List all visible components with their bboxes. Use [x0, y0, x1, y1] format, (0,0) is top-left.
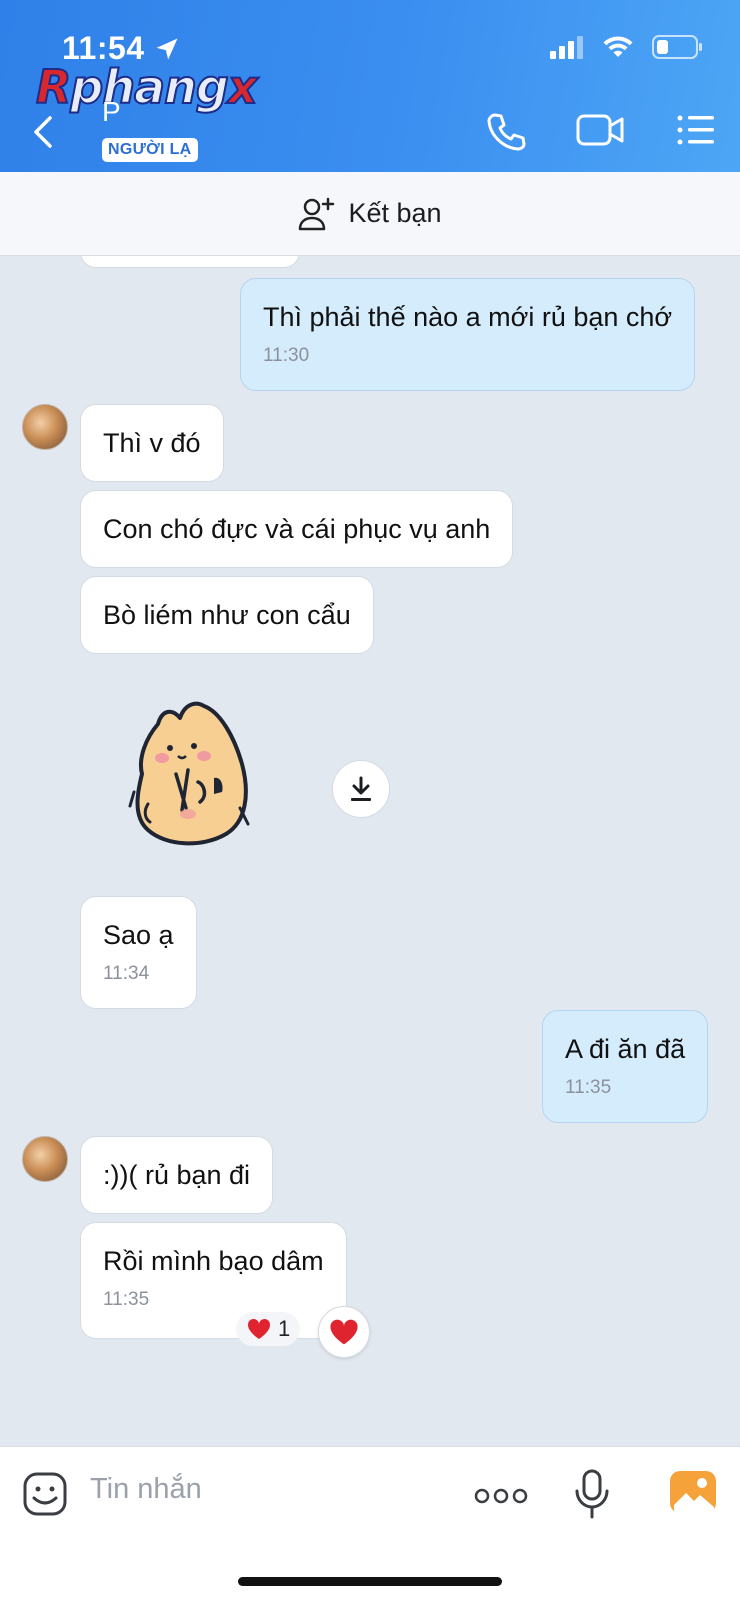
message-bubble-incoming[interactable]: :))( rủ bạn đi: [80, 1136, 274, 1215]
cat-sticker[interactable]: [128, 696, 260, 856]
message-text: :))( rủ bạn đi: [103, 1160, 251, 1190]
message-time: 11:35: [103, 1289, 150, 1311]
message-bubble-incoming[interactable]: Thì v đó: [80, 404, 224, 483]
location-arrow-icon: [156, 38, 178, 59]
watermark-part2: phang: [69, 59, 229, 115]
watermark-part3: x: [227, 59, 259, 115]
message-time: 11:35: [565, 1077, 612, 1099]
video-call-icon[interactable]: [576, 110, 626, 150]
add-friend-button[interactable]: Kết bạn: [0, 172, 740, 256]
menu-list-icon[interactable]: [676, 110, 716, 150]
watermark-part1: R: [35, 59, 72, 115]
heart-icon: [247, 1318, 271, 1339]
message-text: A đi ăn đã: [565, 1034, 686, 1064]
message-time: 11:30: [263, 345, 310, 367]
reaction-summary[interactable]: 1: [236, 1312, 301, 1346]
message-bubble-incoming[interactable]: Rồi mình bạo dâm 11:35: [80, 1222, 347, 1340]
add-friend-label: Kết bạn: [348, 198, 442, 228]
message-text: Bò liém như con cẩu: [103, 600, 351, 630]
status-bar-indicators: [550, 34, 704, 60]
download-icon: [351, 776, 371, 801]
contact-avatar[interactable]: [22, 1136, 68, 1182]
image-gallery-icon[interactable]: [668, 1469, 718, 1515]
message-text: Rồi mình bạo dâm: [103, 1246, 324, 1276]
home-indicator: [238, 1577, 502, 1586]
microphone-icon[interactable]: [574, 1469, 610, 1519]
chevron-left-icon: [34, 116, 52, 148]
heart-icon: [330, 1319, 358, 1345]
wifi-icon: [603, 36, 633, 57]
phone-call-icon[interactable]: [484, 110, 528, 154]
cellular-signal-icon: [550, 36, 583, 59]
contact-avatar[interactable]: [22, 404, 68, 450]
battery-icon: [652, 35, 702, 59]
emoji-sticker-icon[interactable]: [22, 1471, 68, 1517]
react-heart-button[interactable]: [318, 1306, 370, 1358]
message-bubble-partial[interactable]: [80, 256, 300, 268]
chat-header: 11:54 Rphangx P NGƯỜI LẠ: [0, 0, 740, 172]
message-bubble-outgoing[interactable]: Thì phải thế nào a mới rủ bạn chớ 11:30: [240, 278, 696, 392]
message-text: Sao ạ: [103, 920, 174, 950]
message-text: Thì v đó: [103, 428, 201, 458]
message-text: Thì phải thế nào a mới rủ bạn chớ: [263, 302, 673, 332]
message-bubble-outgoing[interactable]: A đi ăn đã 11:35: [542, 1010, 709, 1124]
back-button[interactable]: [26, 112, 62, 152]
add-user-icon: [299, 197, 335, 230]
message-bubble-incoming[interactable]: Con chó đực và cái phục vụ anh: [80, 490, 514, 569]
more-options-icon[interactable]: [474, 1485, 528, 1507]
stranger-badge: NGƯỜI LẠ: [102, 138, 198, 162]
message-input[interactable]: Tin nhắn: [90, 1473, 202, 1506]
reaction-count: 1: [278, 1316, 291, 1341]
message-list[interactable]: Thì phải thế nào a mới rủ bạn chớ 11:30 …: [0, 256, 740, 1446]
message-bubble-incoming[interactable]: Bò liém như con cẩu: [80, 576, 374, 655]
watermark-logo: Rphangx: [35, 59, 259, 115]
message-time: 11:34: [103, 963, 150, 985]
download-sticker-button[interactable]: [332, 760, 390, 818]
message-bubble-incoming[interactable]: Sao ạ 11:34: [80, 896, 197, 1010]
contact-name[interactable]: P: [102, 96, 121, 128]
message-text: Con chó đực và cái phục vụ anh: [103, 514, 491, 544]
